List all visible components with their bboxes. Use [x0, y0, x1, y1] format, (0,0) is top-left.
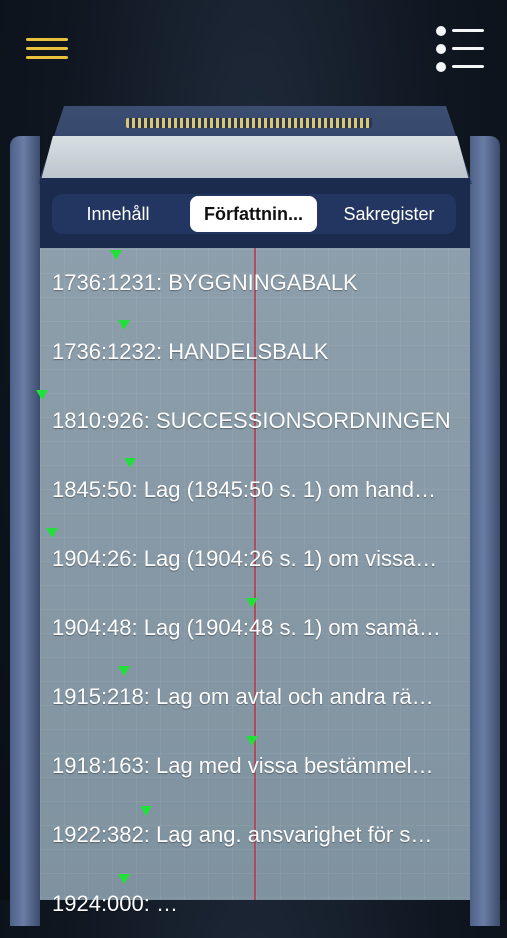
tab-innehall[interactable]: Innehåll [60, 194, 176, 234]
tab-sakregister[interactable]: Sakregister [330, 194, 448, 234]
list-item[interactable]: 1924:000: … [52, 869, 456, 938]
list-item[interactable]: 1736:1232: HANDELSBALK [52, 317, 456, 386]
list-item[interactable]: 1918:163: Lag med vissa bestämmel… [52, 731, 456, 800]
list-item[interactable]: 1904:26: Lag (1904:26 s. 1) om vissa… [52, 524, 456, 593]
list-item[interactable]: 1915:218: Lag om avtal och andra rä… [52, 662, 456, 731]
tab-forfattningar[interactable]: Författnin... [190, 196, 317, 232]
list-item[interactable]: 1810:926: SUCCESSIONSORDNINGEN [52, 386, 456, 455]
list-item[interactable]: 1845:50: Lag (1845:50 s. 1) om hand… [52, 455, 456, 524]
binder-left-side [10, 136, 40, 926]
list-item[interactable]: 1922:382: Lag ang. ansvarighet för s… [52, 800, 456, 869]
hamburger-menu-icon[interactable] [26, 38, 68, 60]
marker-icon [36, 390, 48, 400]
list-item[interactable]: 1736:1231: BYGGNINGABALK [52, 248, 456, 317]
list-item[interactable]: 1904:48: Lag (1904:48 s. 1) om samä… [52, 593, 456, 662]
binder-pages-top [40, 136, 470, 184]
bulleted-list-icon[interactable] [436, 26, 484, 74]
binder-right-side [470, 136, 500, 926]
statute-list: 1736:1231: BYGGNINGABALK 1736:1232: HAND… [36, 248, 470, 916]
binder-stitching [126, 118, 372, 128]
